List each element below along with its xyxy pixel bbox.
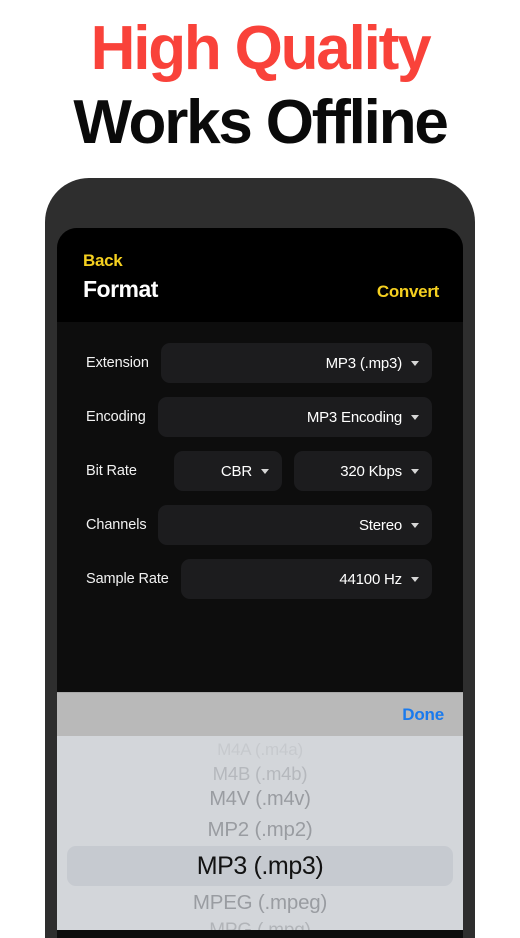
picker-done-button[interactable]: Done bbox=[402, 705, 444, 725]
bit-rate-value-dropdown[interactable]: 320 Kbps bbox=[294, 451, 432, 491]
fields-extension: MP3 (.mp3) bbox=[160, 343, 432, 383]
chevron-down-icon bbox=[411, 360, 419, 366]
label-sample-rate: Sample Rate bbox=[86, 571, 169, 587]
form-row-encoding: Encoding MP3 Encoding bbox=[57, 390, 463, 444]
chevron-down-icon bbox=[411, 414, 419, 420]
fields-sample-rate: 44100 Hz bbox=[180, 559, 432, 599]
label-bit-rate: Bit Rate bbox=[86, 463, 137, 479]
app-screenshot: High Quality Works Offline Back Format C… bbox=[0, 0, 520, 938]
navigation-title-row: Format Convert bbox=[83, 276, 439, 303]
marketing-headlines: High Quality Works Offline bbox=[0, 18, 520, 154]
form-row-extension: Extension MP3 (.mp3) bbox=[57, 336, 463, 390]
chevron-down-icon bbox=[261, 468, 269, 474]
picker-toolbar: Done bbox=[57, 692, 463, 736]
page-title: Format bbox=[83, 276, 158, 302]
extension-dropdown[interactable]: MP3 (.mp3) bbox=[160, 343, 432, 383]
headline-secondary: Works Offline bbox=[73, 88, 449, 157]
label-channels: Channels bbox=[86, 517, 147, 533]
phone-device-frame: Back Format Convert Extension MP3 (.mp3) bbox=[45, 178, 475, 938]
chevron-down-icon bbox=[411, 468, 419, 474]
picker-item[interactable]: M4B (.m4b) bbox=[57, 761, 463, 786]
chevron-down-icon bbox=[411, 522, 419, 528]
picker-item[interactable]: MPEG (.mpeg) bbox=[57, 888, 463, 917]
back-button[interactable]: Back bbox=[83, 252, 439, 269]
picker-item-list: M4A (.m4a) M4B (.m4b) M4V (.m4v) MP2 (.m… bbox=[57, 739, 463, 930]
picker-item[interactable]: M4A (.m4a) bbox=[57, 739, 463, 761]
channels-dropdown[interactable]: Stereo bbox=[158, 505, 432, 545]
bit-rate-mode-value: CBR bbox=[220, 462, 252, 480]
channels-value: Stereo bbox=[359, 516, 402, 534]
form-row-channels: Channels Stereo bbox=[57, 498, 463, 552]
bit-rate-value: 320 Kbps bbox=[340, 462, 402, 480]
sample-rate-dropdown[interactable]: 44100 Hz bbox=[180, 559, 432, 599]
picker-item[interactable]: M4V (.m4v) bbox=[57, 786, 463, 813]
navigation-header: Back Format Convert bbox=[57, 228, 463, 322]
convert-button[interactable]: Convert bbox=[377, 282, 439, 302]
label-encoding: Encoding bbox=[86, 409, 146, 425]
extension-picker-wheel[interactable]: M4A (.m4a) M4B (.m4b) M4V (.m4v) MP2 (.m… bbox=[57, 736, 463, 930]
form-row-bit-rate: Bit Rate CBR 320 Kbps bbox=[57, 444, 463, 498]
fields-encoding: MP3 Encoding bbox=[157, 397, 432, 437]
sample-rate-value: 44100 Hz bbox=[339, 570, 402, 588]
extension-value: MP3 (.mp3) bbox=[325, 354, 403, 372]
picker-item[interactable]: MP2 (.mp2) bbox=[57, 815, 463, 844]
encoding-dropdown[interactable]: MP3 Encoding bbox=[157, 397, 432, 437]
picker-item-selected[interactable]: MP3 (.mp3) bbox=[67, 846, 453, 886]
fields-bit-rate: CBR 320 Kbps bbox=[149, 451, 432, 491]
headline-primary: High Quality bbox=[90, 14, 432, 83]
label-extension: Extension bbox=[86, 355, 149, 371]
chevron-down-icon bbox=[411, 576, 419, 582]
bit-rate-mode-dropdown[interactable]: CBR bbox=[174, 451, 282, 491]
phone-screen: Back Format Convert Extension MP3 (.mp3) bbox=[57, 228, 463, 938]
fields-channels: Stereo bbox=[158, 505, 432, 545]
format-settings-form: Extension MP3 (.mp3) Encoding MP3 Encodi… bbox=[57, 322, 463, 692]
encoding-value: MP3 Encoding bbox=[306, 408, 402, 426]
form-row-sample-rate: Sample Rate 44100 Hz bbox=[57, 552, 463, 606]
